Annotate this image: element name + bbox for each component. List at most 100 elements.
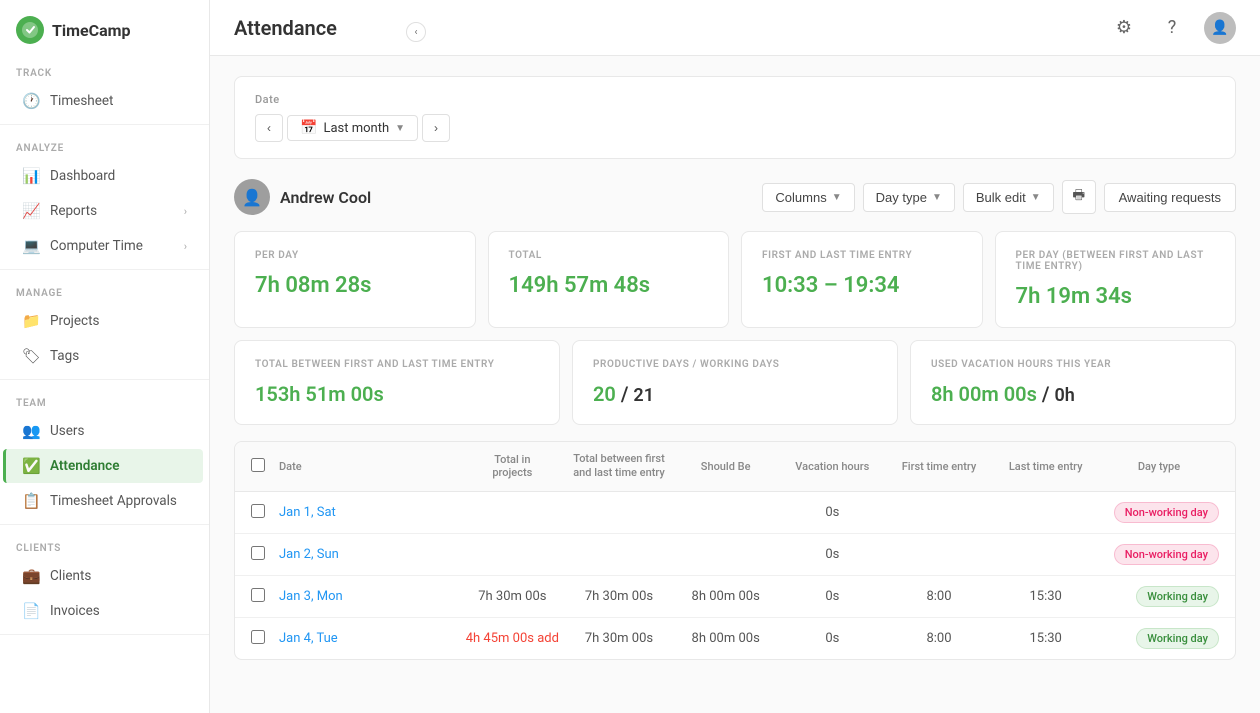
sidebar-item-invoices[interactable]: 📄 Invoices (6, 594, 203, 628)
sidebar-divider (0, 124, 209, 125)
bulk-edit-label: Bulk edit (976, 190, 1026, 205)
sidebar-item-dashboard[interactable]: 📊 Dashboard (6, 159, 203, 193)
day-type-chevron-icon: ▼ (932, 192, 942, 203)
next-date-button[interactable]: › (422, 114, 450, 142)
sidebar-item-computer-time[interactable]: 💻 Computer Time › (6, 229, 203, 263)
col-should-be: Should Be (672, 460, 779, 473)
app-logo[interactable]: TimeCamp (0, 0, 209, 56)
stat-card-total-between: TOTAL BETWEEN FIRST AND LAST TIME ENTRY … (234, 340, 560, 425)
stat-label-per-day-between: PER DAY (BETWEEN FIRST AND LAST TIME ENT… (1016, 250, 1216, 272)
reports-icon: 📈 (22, 202, 40, 220)
tags-icon: 🏷 (22, 347, 40, 365)
awaiting-label: Awaiting requests (1119, 190, 1221, 205)
bulk-edit-button[interactable]: Bulk edit ▼ (963, 183, 1054, 212)
stat-label-first-last-entry: FIRST AND LAST TIME ENTRY (762, 250, 962, 261)
row-checkbox-3[interactable] (251, 630, 265, 644)
section-label-team: TEAM (0, 386, 209, 413)
day-type-badge-3: Working day (1136, 628, 1219, 649)
logo-icon (16, 16, 44, 44)
should-be-cell-2: 8h 00m 00s (672, 589, 779, 604)
date-selector[interactable]: 📅 Last month ▼ (287, 115, 418, 141)
sidebar-item-projects[interactable]: 📁 Projects (6, 304, 203, 338)
stat-value-total-between: 153h 51m 00s (255, 382, 539, 406)
stat-value-productive-days: 20 / 21 (593, 382, 877, 406)
timesheet-icon: 🕐 (22, 92, 40, 110)
employee-name: Andrew Cool (280, 188, 371, 207)
sidebar-item-timesheet-approvals[interactable]: 📋 Timesheet Approvals (6, 484, 203, 518)
print-button[interactable]: 🖶 (1062, 180, 1096, 214)
table-row: Jan 4, Tue 4h 45m 00s add 7h 30m 00s 8h … (235, 618, 1235, 659)
col-last-entry: Last time entry (992, 460, 1099, 473)
col-day-type: Day type (1099, 460, 1219, 473)
row-checkbox-2[interactable] (251, 588, 265, 602)
day-type-label: Day type (876, 190, 927, 205)
stat-card-first-last-entry: FIRST AND LAST TIME ENTRY 10:33 – 19:34 (741, 231, 983, 328)
timesheet-approvals-icon: 📋 (22, 492, 40, 510)
page-title: Attendance (234, 16, 337, 40)
user-avatar[interactable]: 👤 (1204, 12, 1236, 44)
sidebar-label-computer-time: Computer Time (50, 238, 143, 254)
stat-value-first-last-entry: 10:33 – 19:34 (762, 273, 962, 298)
select-all-checkbox[interactable] (251, 458, 265, 472)
columns-button[interactable]: Columns ▼ (762, 183, 854, 212)
stat-slash-vacation-hours: / (1042, 382, 1050, 406)
columns-chevron-icon: ▼ (832, 192, 842, 203)
sidebar-label-attendance: Attendance (50, 458, 119, 474)
col-total-projects: Total inprojects (459, 453, 566, 479)
chevron-icon-computer-time: › (184, 240, 187, 253)
prev-date-button[interactable]: ‹ (255, 114, 283, 142)
add-entry-link[interactable]: add (537, 631, 559, 646)
row-checkbox-1[interactable] (251, 546, 265, 560)
stat-value-total: 149h 57m 48s (509, 273, 709, 298)
content-area: Date ‹ 📅 Last month ▼ › 👤 Andrew Cool (210, 56, 1260, 713)
print-icon: 🖶 (1072, 186, 1085, 208)
row-date-0[interactable]: Jan 1, Sat (279, 505, 459, 520)
settings-icon[interactable]: ⚙ (1108, 12, 1140, 44)
should-be-cell-3: 8h 00m 00s (672, 631, 779, 646)
header-actions: ⚙ ? 👤 (1108, 12, 1236, 44)
total-projects-cell: 7h 30m 00s (459, 589, 566, 604)
sidebar-item-reports[interactable]: 📈 Reports › (6, 194, 203, 228)
section-label-clients: CLIENTS (0, 531, 209, 558)
sidebar-label-projects: Projects (50, 313, 100, 329)
sidebar-item-timesheet[interactable]: 🕐 Timesheet (6, 84, 203, 118)
stat-value2-productive-days: 21 (633, 385, 654, 406)
day-type-button[interactable]: Day type ▼ (863, 183, 955, 212)
awaiting-requests-button[interactable]: Awaiting requests (1104, 183, 1236, 212)
attendance-toolbar: Columns ▼ Day type ▼ Bulk edit ▼ 🖶 (762, 180, 1236, 214)
stat-label-total-between: TOTAL BETWEEN FIRST AND LAST TIME ENTRY (255, 359, 539, 370)
vacation-cell-1: 0s (779, 547, 886, 562)
sidebar-item-attendance[interactable]: ✅ Attendance (3, 449, 203, 483)
stat-card-per-day: PER DAY 7h 08m 28s (234, 231, 476, 328)
sidebar-item-clients[interactable]: 💼 Clients (6, 559, 203, 593)
stat-card-productive-days: PRODUCTIVE DAYS / WORKING DAYS 20 / 21 (572, 340, 898, 425)
date-label: Date (255, 93, 1215, 106)
stat-label-productive-days: PRODUCTIVE DAYS / WORKING DAYS (593, 359, 877, 370)
table-row: Jan 3, Mon 7h 30m 00s 7h 30m 00s 8h 00m … (235, 576, 1235, 618)
sidebar-item-tags[interactable]: 🏷 Tags (6, 339, 203, 373)
sidebar-divider (0, 524, 209, 525)
row-date-2[interactable]: Jan 3, Mon (279, 589, 459, 604)
sidebar-item-users[interactable]: 👥 Users (6, 414, 203, 448)
help-icon[interactable]: ? (1156, 12, 1188, 44)
row-date-3[interactable]: Jan 4, Tue (279, 631, 459, 646)
total-projects-cell: 4h 45m 00s add (459, 631, 566, 646)
day-type-cell-2: Working day (1099, 586, 1219, 607)
col-vacation: Vacation hours (779, 460, 886, 473)
user-info: 👤 Andrew Cool (234, 179, 371, 215)
current-date: Last month (323, 121, 389, 136)
sidebar: TimeCamp TRACK 🕐 Timesheet ANALYZE 📊 Das… (0, 0, 210, 713)
collapse-sidebar-button[interactable]: ‹ (406, 22, 426, 42)
row-checkbox-0[interactable] (251, 504, 265, 518)
row-date-1[interactable]: Jan 2, Sun (279, 547, 459, 562)
col-first-entry: First time entry (886, 460, 993, 473)
date-navigation: ‹ 📅 Last month ▼ › (255, 114, 1215, 142)
columns-label: Columns (775, 190, 826, 205)
sidebar-label-timesheet-approvals: Timesheet Approvals (50, 493, 177, 509)
sidebar-label-timesheet: Timesheet (50, 93, 113, 109)
stat-label-vacation-hours: USED VACATION HOURS THIS YEAR (931, 359, 1215, 370)
table-header-row: Date Total inprojects Total between firs… (235, 442, 1235, 492)
stat-value-vacation-hours: 8h 00m 00s / 0h (931, 382, 1215, 406)
sidebar-divider (0, 634, 209, 635)
day-type-cell-0: Non-working day (1099, 502, 1219, 523)
